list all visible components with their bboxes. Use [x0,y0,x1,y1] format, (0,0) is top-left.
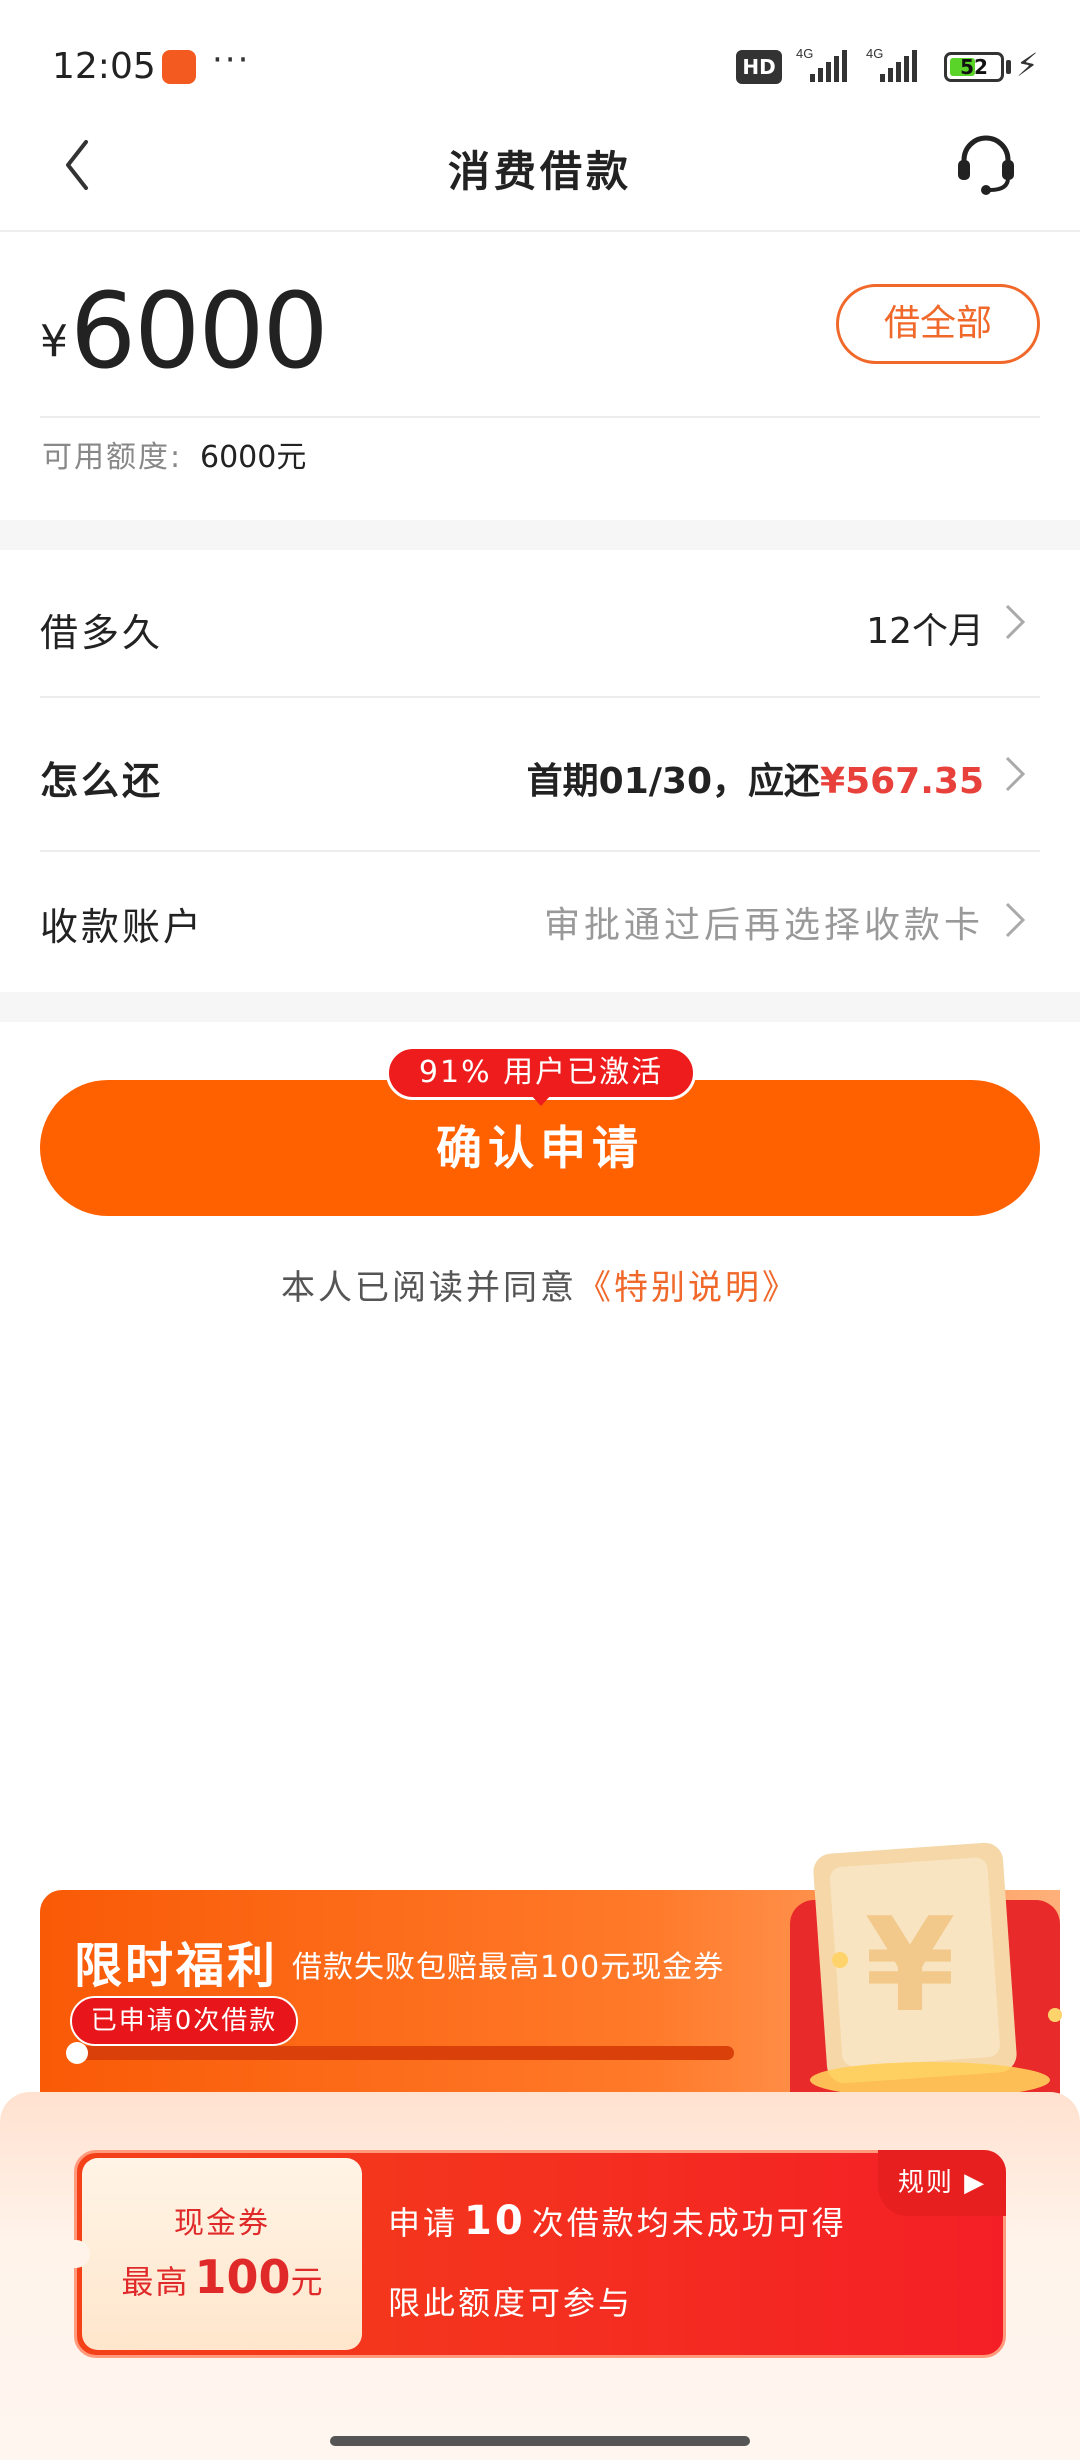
coupon-max-prefix: 最高 [121,2263,190,2301]
signal-icon: 4G [866,46,917,82]
repay-row[interactable]: 怎么还 首期01/30，应还¥567.35 [0,698,1080,848]
promo-progress-track [70,2046,734,2060]
chevron-right-icon [1005,756,1026,792]
red-envelope-icon: ¥ [790,1842,1062,2130]
app-badge-icon [162,50,196,84]
available-quota-label: 可用额度: [42,440,183,475]
coupon-max-number: 100 [194,2250,291,2304]
available-quota-value: 6000元 [200,440,307,475]
applied-count-badge: 已申请0次借款 [70,1996,298,2046]
account-label: 收款账户 [40,905,205,949]
svg-text:4G: 4G [796,46,813,61]
coupon-condition-suffix: 次借款均未成功可得 [531,2204,847,2242]
battery-percent: 52 [960,55,988,79]
borrow-all-button[interactable]: 借全部 [836,284,1040,364]
repay-first-period: 首期01/30，应还 [526,761,821,802]
coupon-type-label: 现金券 [174,2206,270,2241]
coupon-max-unit: 元 [290,2263,323,2301]
page-title: 消费借款 [447,147,632,196]
loan-amount-input[interactable]: 6000 [70,270,329,392]
battery-icon: 52 [944,52,1004,82]
hd-voice-icon: HD [736,50,782,84]
coupon-condition-count: 10 [464,2198,526,2244]
nav-divider [0,230,1080,232]
customer-service-button[interactable] [950,128,1022,200]
term-label: 借多久 [40,611,164,655]
home-indicator[interactable] [330,2436,750,2446]
headset-icon [958,135,1014,195]
more-notifications-icon: ··· [212,40,251,80]
section-gap [0,992,1080,1022]
chevron-right-icon [1005,604,1026,640]
rules-button[interactable]: 规则 ▶ [878,2150,1006,2216]
promo-title: 限时福利 [74,1938,279,1994]
account-value: 审批通过后再选择收款卡 [543,905,984,946]
repay-value: 首期01/30，应还¥567.35 [527,752,984,804]
charging-icon: ⚡ [1016,46,1039,84]
status-time: 12:05 [52,46,156,87]
signal-icon: 4G [796,46,847,82]
amount-divider [40,416,1040,418]
repay-label: 怎么还 [40,759,164,803]
promo-progress-knob [66,2042,88,2064]
agreement-text: 本人已阅读并同意《特别说明》 [0,1260,1080,1309]
battery-tip [1006,60,1011,74]
chevron-right-icon [1005,902,1026,938]
svg-text:4G: 4G [866,46,883,61]
term-row[interactable]: 借多久 12个月 [0,550,1080,696]
section-gap [0,520,1080,550]
coupon-eligibility-text: 限此额度可参与 [388,2284,634,2322]
account-row[interactable]: 收款账户 审批通过后再选择收款卡 [0,852,1080,992]
agreement-label: 本人已阅读并同意 [281,1268,577,1308]
currency-symbol: ¥ [40,316,68,367]
coupon-condition-prefix: 申请 [388,2204,459,2242]
coupon-condition-text: 申请 10 次借款均未成功可得 [388,2198,847,2244]
coupon-max-value: 最高 100元 [82,2250,362,2304]
badge-tail [530,1094,552,1106]
term-value: 12个月 [866,611,984,652]
activation-badge: 91% 用户已激活 [386,1046,696,1100]
svg-text:¥: ¥ [865,1889,955,2041]
special-notes-link[interactable]: 《特别说明》 [577,1268,799,1308]
repay-amount: ¥567.35 [820,761,984,802]
promo-subtitle: 借款失败包赔最高100元现金券 [292,1950,725,1985]
